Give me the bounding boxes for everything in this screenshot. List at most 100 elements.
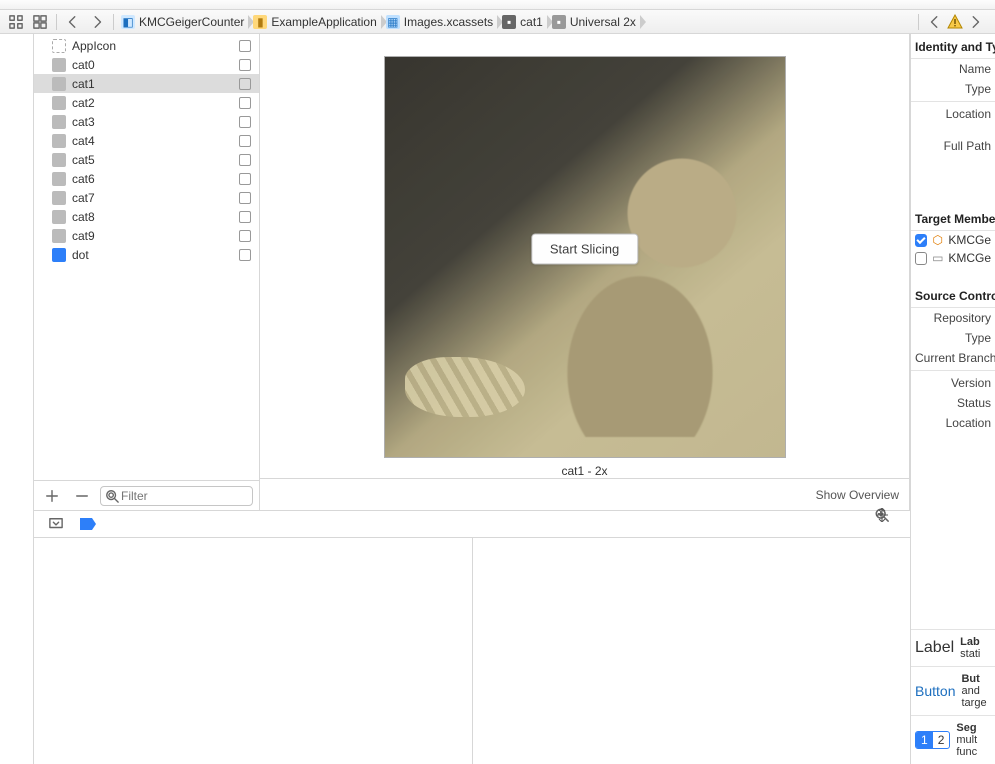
asset-catalog-icon: ▦ bbox=[386, 15, 400, 29]
image-preview[interactable]: Start Slicing bbox=[384, 56, 786, 458]
asset-row[interactable]: dot bbox=[34, 245, 259, 264]
asset-row[interactable]: cat3 bbox=[34, 112, 259, 131]
target-label: KMCGe bbox=[948, 251, 991, 265]
asset-row[interactable]: cat8 bbox=[34, 207, 259, 226]
filter-field-wrap[interactable] bbox=[100, 486, 253, 506]
project-icon: ◧ bbox=[121, 15, 135, 29]
filter-field[interactable] bbox=[121, 489, 248, 503]
asset-name: cat4 bbox=[72, 134, 239, 148]
breadcrumb-label: KMCGeigerCounter bbox=[139, 15, 244, 29]
target-membership-row[interactable]: ⬡KMCGe bbox=[911, 231, 995, 249]
separator bbox=[918, 14, 919, 30]
asset-row[interactable]: cat1 bbox=[34, 74, 259, 93]
image-thumb-icon bbox=[52, 58, 66, 72]
appicon-icon bbox=[52, 39, 66, 53]
target-membership-row[interactable]: ▭ KMCGe bbox=[911, 249, 995, 267]
library-label-title: Label bbox=[915, 639, 954, 657]
target-checkbox[interactable] bbox=[915, 234, 927, 247]
image-thumb-icon bbox=[52, 115, 66, 129]
image-thumb-icon bbox=[52, 191, 66, 205]
identity-type-label: Type bbox=[911, 79, 995, 99]
counterpart-back-button[interactable] bbox=[924, 13, 946, 31]
nav-forward-button[interactable] bbox=[86, 13, 108, 31]
separator bbox=[113, 14, 114, 30]
separator bbox=[56, 14, 57, 30]
asset-status-box bbox=[239, 78, 251, 90]
breadcrumb-asset[interactable]: ▪ cat1 bbox=[499, 10, 549, 34]
sc-status-label: Status bbox=[911, 393, 995, 413]
sc-type-label: Type bbox=[911, 328, 995, 348]
asset-status-box bbox=[239, 40, 251, 52]
image-thumb-icon bbox=[52, 210, 66, 224]
sc-version-label: Version bbox=[911, 373, 995, 393]
identity-fullpath-label: Full Path bbox=[911, 136, 995, 156]
source-control-title: Source Control bbox=[911, 283, 995, 308]
asset-status-box bbox=[239, 230, 251, 242]
add-asset-button[interactable] bbox=[41, 487, 63, 505]
asset-status-box bbox=[239, 154, 251, 166]
identity-location-label: Location bbox=[911, 104, 995, 124]
dropdown-toggle[interactable] bbox=[45, 515, 67, 533]
debug-panels bbox=[34, 538, 910, 764]
breadcrumb-label: ExampleApplication bbox=[271, 15, 376, 29]
console-panel[interactable] bbox=[473, 538, 911, 764]
target-checkbox[interactable] bbox=[915, 252, 927, 265]
asset-status-box bbox=[239, 173, 251, 185]
asset-list[interactable]: AppIconcat0 cat1 cat2 cat3 cat4 cat5 cat6cat7 c… bbox=[34, 34, 259, 480]
library-segmented-item[interactable]: 12 Segmultfunc bbox=[911, 715, 995, 764]
asset-name: cat5 bbox=[72, 153, 239, 167]
slot-icon: ▪ bbox=[552, 15, 566, 29]
target-membership-title: Target Member bbox=[911, 206, 995, 231]
asset-row[interactable]: cat2 bbox=[34, 93, 259, 112]
canvas-footer: Show Overview bbox=[260, 478, 909, 510]
folder-target-icon: ▭ bbox=[931, 251, 944, 265]
asset-row[interactable]: cat0 bbox=[34, 55, 259, 74]
library-label-item[interactable]: Label Labstati bbox=[911, 629, 995, 666]
asset-status-box bbox=[239, 135, 251, 147]
identity-name-label: Name bbox=[911, 59, 995, 79]
asset-row[interactable]: cat5 bbox=[34, 150, 259, 169]
asset-row[interactable]: cat7 bbox=[34, 188, 259, 207]
asset-name: cat9 bbox=[72, 229, 239, 243]
asset-name: cat1 bbox=[72, 77, 239, 91]
show-overview-button[interactable]: Show Overview bbox=[816, 488, 899, 502]
breadcrumb-label: Images.xcassets bbox=[404, 15, 493, 29]
breadcrumb-catalog[interactable]: ▦ Images.xcassets bbox=[383, 10, 499, 34]
target-label: KMCGe bbox=[948, 233, 991, 247]
asset-row[interactable]: cat6 bbox=[34, 169, 259, 188]
asset-name: cat8 bbox=[72, 210, 239, 224]
variables-panel[interactable] bbox=[34, 538, 473, 764]
asset-status-box bbox=[239, 116, 251, 128]
breadcrumb-folder[interactable]: ▮ ExampleApplication bbox=[250, 10, 382, 34]
inspector-panel: Identity and Ty Name Type Location Full … bbox=[911, 34, 995, 764]
asset-row[interactable]: cat4 bbox=[34, 131, 259, 150]
filter-icon bbox=[105, 489, 119, 503]
breakpoint-tag-icon[interactable] bbox=[80, 518, 96, 530]
resize-handle-icon[interactable] bbox=[875, 508, 889, 522]
asset-status-box bbox=[239, 192, 251, 204]
zoom-out-button[interactable] bbox=[752, 486, 770, 504]
image-set-icon: ▪ bbox=[502, 15, 516, 29]
asset-name: cat3 bbox=[72, 115, 239, 129]
image-thumb-icon bbox=[52, 172, 66, 186]
library-button-item[interactable]: Button Butandtarge bbox=[911, 666, 995, 715]
asset-row[interactable]: AppIcon bbox=[34, 36, 259, 55]
asset-row[interactable]: cat9 bbox=[34, 226, 259, 245]
library-button-title: Button bbox=[915, 683, 955, 699]
asset-name: cat2 bbox=[72, 96, 239, 110]
sc-branch-label: Current Branch bbox=[911, 348, 995, 368]
breadcrumb-slot[interactable]: ▪ Universal 2x bbox=[549, 10, 642, 34]
warning-icon[interactable] bbox=[947, 14, 963, 30]
nav-back-button[interactable] bbox=[62, 13, 84, 31]
asset-status-box bbox=[239, 59, 251, 71]
grid-icon[interactable] bbox=[29, 13, 51, 31]
start-slicing-button[interactable]: Start Slicing bbox=[531, 234, 638, 265]
remove-asset-button[interactable] bbox=[71, 487, 93, 505]
image-thumb-icon bbox=[52, 134, 66, 148]
navigator-gutter bbox=[0, 34, 34, 764]
folder-icon: ▮ bbox=[253, 15, 267, 29]
counterpart-forward-button[interactable] bbox=[964, 13, 986, 31]
breadcrumb-project[interactable]: ◧ KMCGeigerCounter bbox=[118, 10, 250, 34]
zoom-in-button[interactable] bbox=[784, 486, 802, 504]
related-items-icon[interactable] bbox=[5, 13, 27, 31]
